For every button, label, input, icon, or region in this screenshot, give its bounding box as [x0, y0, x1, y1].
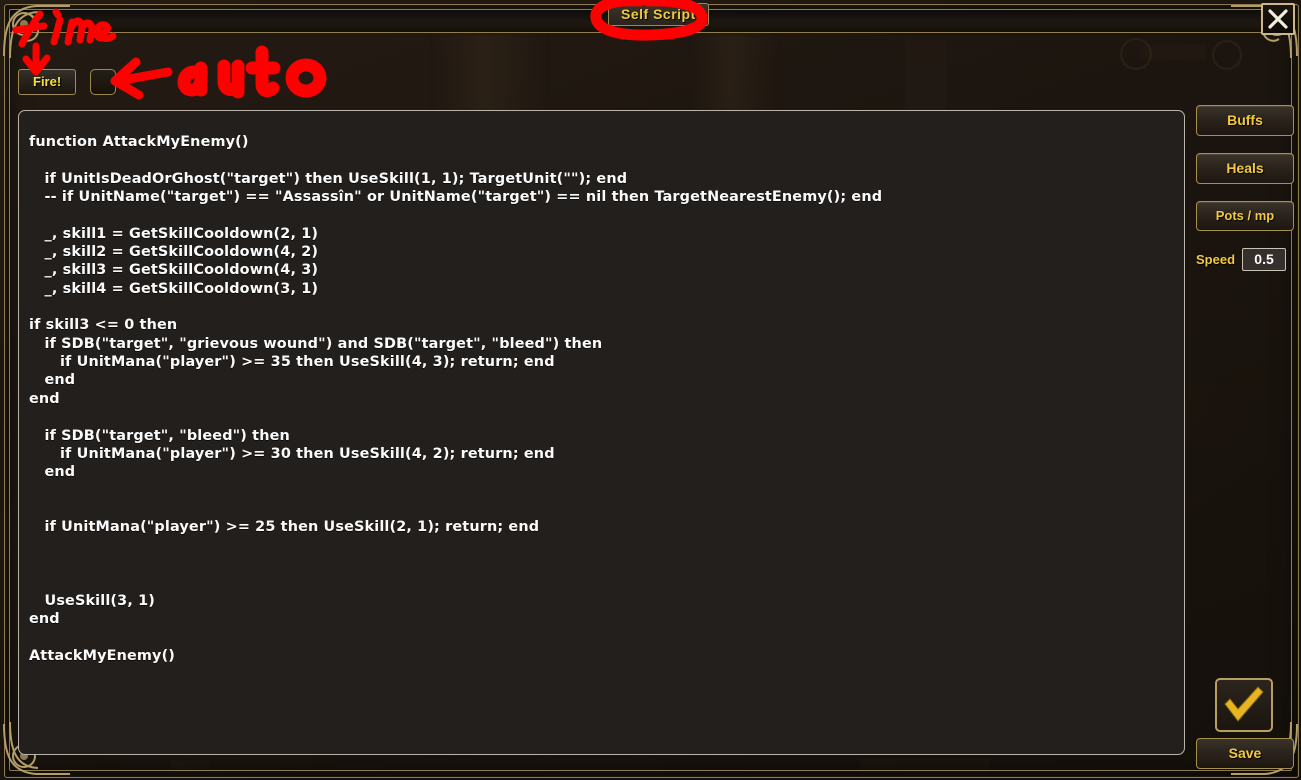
- annotation-1time: [12, 6, 134, 54]
- bg-icon: [1120, 38, 1152, 70]
- toolbar: Fire!: [18, 69, 117, 95]
- annotation-auto: [168, 42, 328, 104]
- speed-input[interactable]: 0.5: [1242, 248, 1287, 271]
- speed-label: Speed: [1196, 252, 1236, 267]
- script-editor[interactable]: function AttackMyEnemy() if UnitIsDeadOr…: [18, 110, 1185, 755]
- sidebar: Buffs Heals Pots / mp Speed 0.5: [1196, 105, 1294, 271]
- script-editor-text[interactable]: function AttackMyEnemy() if UnitIsDeadOr…: [19, 111, 1184, 665]
- confirm-checkbox[interactable]: [1215, 678, 1273, 732]
- annotation-arrow-left: [106, 50, 176, 104]
- auto-checkbox[interactable]: [90, 69, 117, 95]
- bg-label: [1140, 44, 1206, 60]
- close-icon: [1268, 9, 1288, 29]
- fire-button[interactable]: Fire!: [18, 69, 77, 95]
- save-area: Save: [1196, 678, 1294, 769]
- speed-control: Speed 0.5: [1196, 248, 1292, 271]
- self-script-window: Self Script Fire! function AttackMyEnemy…: [0, 0, 1301, 780]
- checkmark-icon: [1224, 686, 1264, 722]
- save-button[interactable]: Save: [1196, 738, 1294, 769]
- corner-scrollwork-top-left: [0, 0, 70, 62]
- bg-icon: [1212, 40, 1242, 70]
- close-button[interactable]: [1261, 3, 1295, 35]
- pots-mp-button[interactable]: Pots / mp: [1196, 201, 1294, 231]
- bg-label: [860, 758, 990, 772]
- bg-label: [170, 760, 210, 772]
- heals-button[interactable]: Heals: [1196, 153, 1294, 184]
- buffs-button[interactable]: Buffs: [1196, 105, 1294, 136]
- page-title: Self Script: [608, 3, 709, 26]
